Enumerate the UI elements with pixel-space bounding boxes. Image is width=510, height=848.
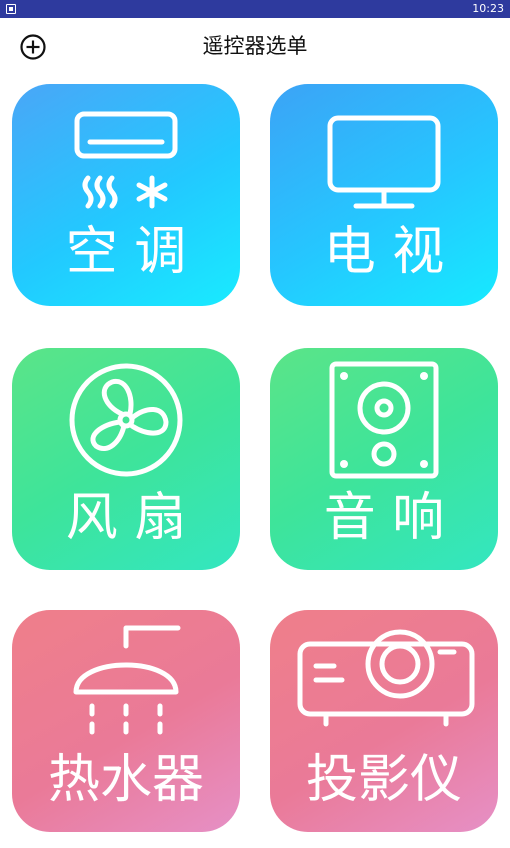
add-circle-icon	[20, 34, 46, 60]
device-label: 空 调	[65, 222, 187, 282]
device-label: 热水器	[47, 750, 204, 810]
status-bar: 10:23	[0, 0, 510, 18]
notification-icon	[6, 4, 16, 14]
device-tile-speaker[interactable]: 音 响	[270, 348, 498, 570]
add-button[interactable]	[18, 32, 48, 62]
device-tile-projector[interactable]: 投影仪	[270, 610, 498, 832]
device-tile-air-conditioner[interactable]: 空 调	[12, 84, 240, 306]
device-label: 投影仪	[305, 750, 462, 810]
title-bar: 遥控器选单	[0, 18, 510, 74]
device-tile-tv[interactable]: 电 视	[270, 84, 498, 306]
status-time: 10:23	[472, 2, 504, 15]
device-tile-water-heater[interactable]: 热水器	[12, 610, 240, 832]
device-label: 电 视	[323, 222, 445, 282]
page-title: 遥控器选单	[202, 34, 308, 58]
device-tile-fan[interactable]: 风 扇	[12, 348, 240, 570]
device-label: 音 响	[323, 488, 445, 548]
device-label: 风 扇	[65, 488, 187, 548]
